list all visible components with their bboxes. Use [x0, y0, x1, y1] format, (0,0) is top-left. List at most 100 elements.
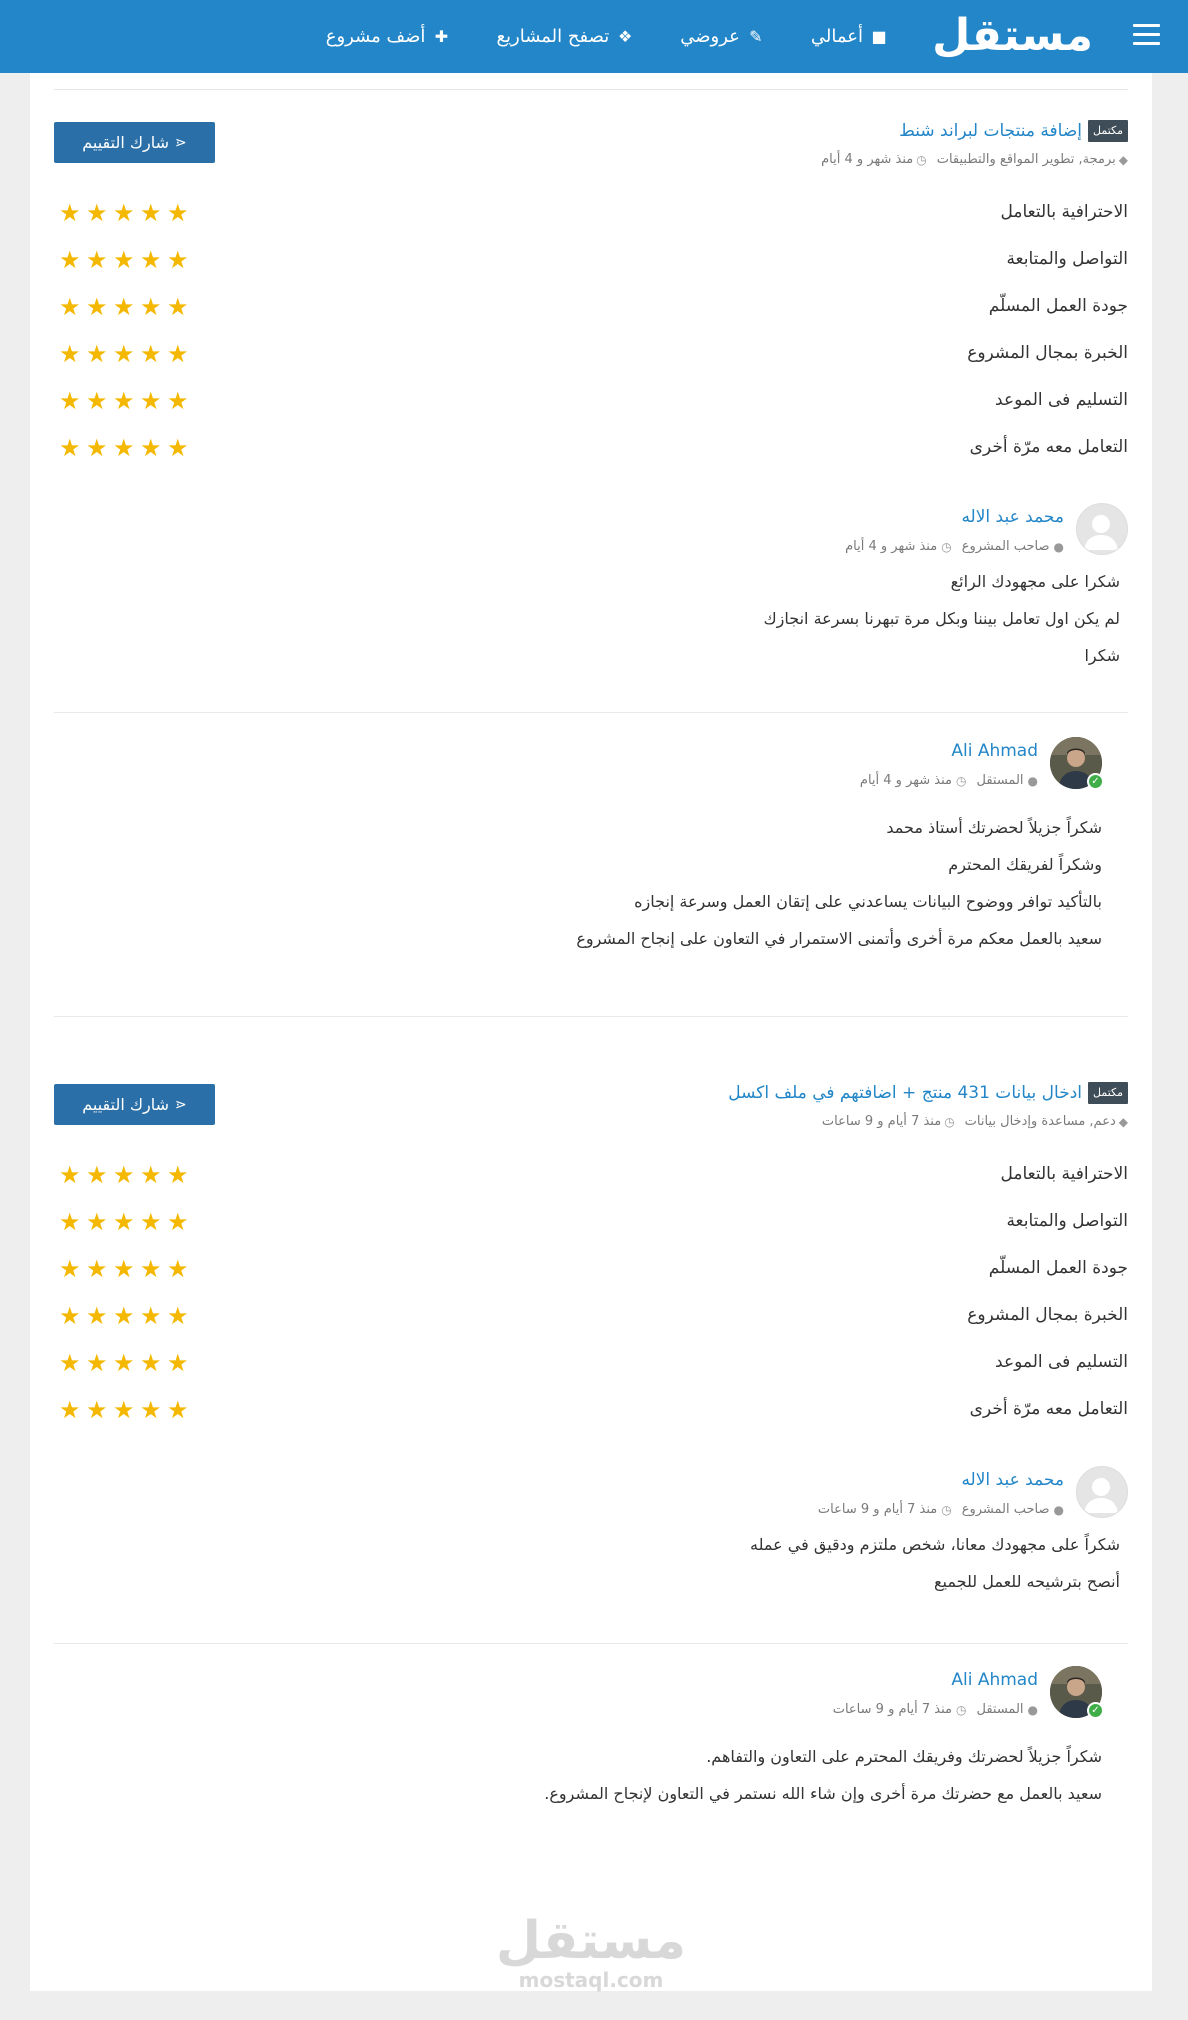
star-icon: ★ [140, 1255, 162, 1283]
nav-my-bids[interactable]: ✎ عروضي [680, 26, 765, 47]
star-icon: ★ [59, 1349, 81, 1377]
star-icon: ★ [140, 340, 162, 368]
star-icon: ★ [113, 387, 135, 415]
star-icon: ★ [86, 293, 108, 321]
rating-label: التواصل والمتابعة [1006, 249, 1128, 269]
commenter-role: صاحب المشروع [961, 1502, 1050, 1517]
star-icon: ★ [59, 1161, 81, 1189]
star-rating: ★ ★ ★ ★ ★ [59, 246, 194, 274]
star-icon: ★ [167, 1349, 189, 1377]
comment-line: أنصح بترشيحه للعمل للجميع [934, 1572, 1120, 1591]
avatar[interactable] [1076, 503, 1128, 555]
rating-label: التعامل معه مرّة أخرى [969, 437, 1128, 457]
star-icon: ★ [167, 434, 189, 462]
nav-my-bids-label: عروضي [680, 26, 740, 47]
cubes-icon: ❖ [618, 27, 633, 46]
review-section-1: مكتمل إضافة منتجات لبراند شنط ◆ برمجة, ت… [54, 120, 1128, 760]
rating-row: التسليم فى الموعد ★ ★ ★ ★ ★ [54, 387, 1128, 417]
freelancer-comment: ✓ Ali Ahmad ● المستقل ◷ منذ شهر و 4 أيام… [54, 737, 1104, 967]
star-rating: ★ ★ ★ ★ ★ [59, 1255, 194, 1283]
share-review-button[interactable]: ⋖ شارك التقييم [54, 1084, 215, 1125]
verified-check-icon: ✓ [1087, 773, 1104, 790]
star-rating: ★ ★ ★ ★ ★ [59, 1396, 194, 1424]
rating-row: الخبرة بمجال المشروع ★ ★ ★ ★ ★ [54, 1302, 1128, 1332]
star-icon: ★ [59, 340, 81, 368]
freelancer-comment: ✓ Ali Ahmad ● المستقل ◷ منذ 7 أيام و 9 س… [54, 1666, 1104, 1836]
nav-my-works[interactable]: ■ أعمالي [811, 26, 888, 47]
rating-label: التسليم فى الموعد [995, 390, 1128, 410]
star-icon: ★ [140, 434, 162, 462]
hamburger-menu-icon[interactable] [1133, 24, 1160, 48]
star-icon: ★ [167, 1396, 189, 1424]
share-review-button[interactable]: ⋖ شارك التقييم [54, 122, 215, 163]
rating-row: الخبرة بمجال المشروع ★ ★ ★ ★ ★ [54, 340, 1128, 370]
comment-line: شكرا [1084, 646, 1120, 665]
comment-line: وشكراً لفريقك المحترم [948, 855, 1102, 874]
commenter-role: المستقل [976, 1702, 1024, 1717]
star-rating: ★ ★ ★ ★ ★ [59, 1302, 194, 1330]
star-icon: ★ [59, 293, 81, 321]
commenter-name[interactable]: Ali Ahmad [951, 1670, 1038, 1690]
star-icon: ★ [113, 1255, 135, 1283]
clock-icon: ◷ [941, 1502, 952, 1517]
comment-line: شكراً جزيلاً لحضرتك وفريقك المحترم على ا… [706, 1747, 1102, 1766]
status-badge: مكتمل [1088, 1082, 1128, 1104]
rating-label: التعامل معه مرّة أخرى [969, 1399, 1128, 1419]
briefcase-icon: ■ [871, 27, 887, 46]
star-icon: ★ [113, 293, 135, 321]
project-title-link[interactable]: ادخال بيانات 431 منتج + اضافتهم في ملف ا… [728, 1083, 1082, 1103]
star-icon: ★ [140, 1349, 162, 1377]
nav-add-project[interactable]: ✚ أضف مشروع [326, 26, 451, 47]
comment-text: شكرا على مجهودك الرائع لم يكن اول تعامل … [763, 563, 1120, 674]
star-icon: ★ [86, 1302, 108, 1330]
rating-row: الاحترافية بالتعامل ★ ★ ★ ★ ★ [54, 199, 1128, 229]
footer-watermark-logo: مستقل mostaql.com [30, 1913, 1152, 1991]
star-rating: ★ ★ ★ ★ ★ [59, 387, 194, 415]
project-tags: دعم, مساعدة وإدخال بيانات [964, 1114, 1116, 1129]
star-icon: ★ [140, 246, 162, 274]
top-navbar: مستقل ✚ أضف مشروع ❖ تصفح المشاريع ✎ عروضي ■… [0, 0, 1188, 73]
plus-icon: ✚ [434, 27, 449, 46]
rating-label: التواصل والمتابعة [1006, 1211, 1128, 1231]
star-icon: ★ [113, 434, 135, 462]
owner-comment: محمد عبد الاله ● صاحب المشروع ◷ منذ شهر … [54, 503, 1128, 673]
reviews-card: مكتمل إضافة منتجات لبراند شنط ◆ برمجة, ت… [30, 73, 1152, 1991]
clock-icon: ◷ [916, 152, 927, 167]
comment-time: منذ شهر و 4 أيام [859, 773, 952, 788]
comment-line: شكرا على مجهودك الرائع [950, 572, 1120, 591]
star-icon: ★ [167, 340, 189, 368]
rating-row: التعامل معه مرّة أخرى ★ ★ ★ ★ ★ [54, 434, 1128, 464]
verified-check-icon: ✓ [1087, 1702, 1104, 1719]
star-icon: ★ [113, 1396, 135, 1424]
star-icon: ★ [113, 1161, 135, 1189]
star-icon: ★ [140, 1161, 162, 1189]
star-icon: ★ [113, 199, 135, 227]
footer-domain: mostaql.com [518, 1968, 664, 1992]
rating-row: الاحترافية بالتعامل ★ ★ ★ ★ ★ [54, 1161, 1128, 1191]
project-tags: برمجة, تطوير المواقع والتطبيقات [936, 152, 1116, 167]
nav-browse-projects[interactable]: ❖ تصفح المشاريع [496, 26, 634, 47]
project-title-link[interactable]: إضافة منتجات لبراند شنط [899, 121, 1082, 141]
commenter-role: صاحب المشروع [961, 539, 1050, 554]
rating-row: جودة العمل المسلّم ★ ★ ★ ★ ★ [54, 293, 1128, 323]
star-icon: ★ [140, 1302, 162, 1330]
main-nav: ✚ أضف مشروع ❖ تصفح المشاريع ✎ عروضي ■ أعمالي [280, 0, 888, 73]
commenter-name[interactable]: محمد عبد الاله [961, 1470, 1064, 1490]
star-icon: ★ [113, 1349, 135, 1377]
site-logo[interactable]: مستقل [932, 6, 1094, 66]
commenter-name[interactable]: محمد عبد الاله [961, 507, 1064, 527]
user-icon: ● [1053, 1502, 1064, 1517]
star-rating: ★ ★ ★ ★ ★ [59, 1349, 194, 1377]
star-icon: ★ [113, 246, 135, 274]
comment-line: شكراً جزيلاً لحضرتك أستاذ محمد [886, 818, 1102, 837]
comment-meta: ● المستقل ◷ منذ 7 أيام و 9 ساعات [833, 1702, 1038, 1717]
avatar[interactable] [1076, 1466, 1128, 1518]
star-icon: ★ [59, 246, 81, 274]
commenter-name[interactable]: Ali Ahmad [951, 741, 1038, 761]
comment-time: منذ 7 أيام و 9 ساعات [817, 1502, 938, 1517]
tags-icon: ◆ [1118, 1114, 1128, 1129]
user-icon: ● [1053, 539, 1064, 554]
comment-text: شكراً جزيلاً لحضرتك أستاذ محمد وشكراً لف… [576, 809, 1102, 957]
comment-line: سعيد بالعمل معكم مرة أخرى وأتمنى الاستمر… [576, 929, 1102, 948]
rating-label: الخبرة بمجال المشروع [967, 1305, 1128, 1325]
